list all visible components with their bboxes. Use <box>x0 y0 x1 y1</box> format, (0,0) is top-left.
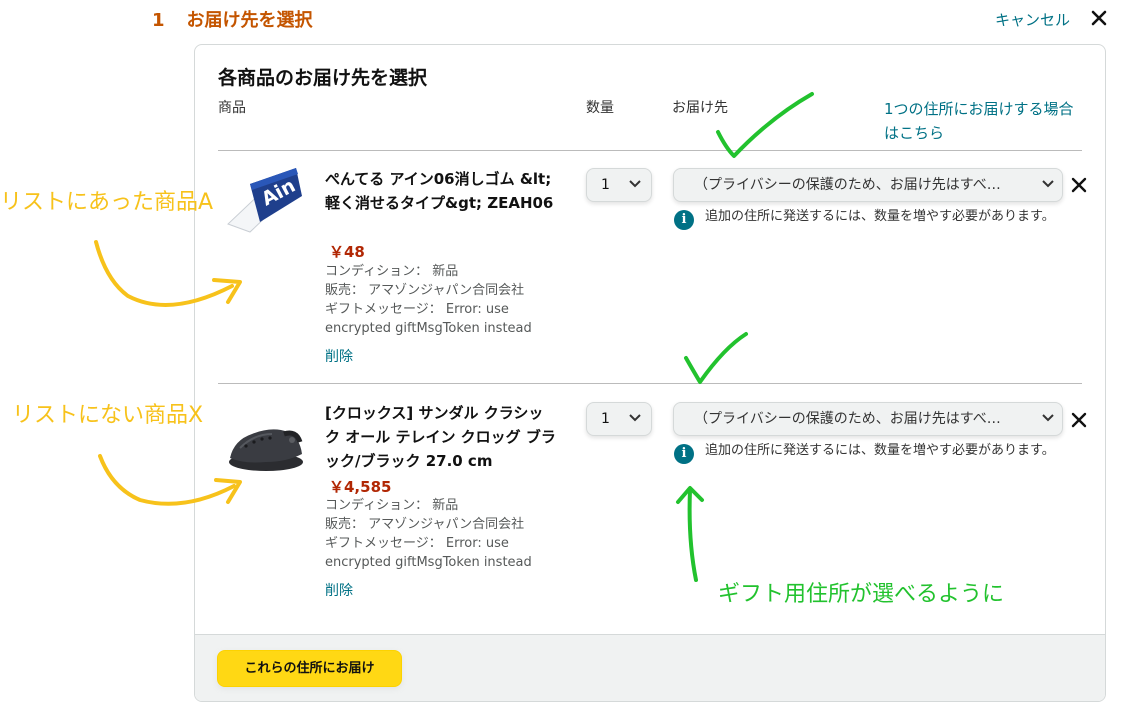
panel-title: 各商品のお届け先を選択 <box>218 67 428 89</box>
gift-message-line1: ギフトメッセージ： Error: use <box>325 302 509 317</box>
column-header-product: 商品 <box>218 100 246 116</box>
product-image-crocs[interactable] <box>226 404 304 496</box>
close-icon[interactable] <box>1089 8 1109 28</box>
product-details: コンディション： 新品 販売： アマゾンジャパン合同会社 ギフトメッセージ： E… <box>325 496 557 572</box>
product-price: ￥48 <box>329 243 365 261</box>
annotation-item-x: リストにない商品X <box>12 403 204 428</box>
info-icon: i <box>674 210 694 230</box>
chevron-down-icon <box>629 414 641 422</box>
step-number: 1 <box>152 10 165 31</box>
address-select[interactable]: （プライバシーの保護のため、お届け先はすべ… <box>673 168 1063 202</box>
quantity-value: 1 <box>601 411 610 427</box>
chevron-down-icon <box>1042 180 1054 188</box>
annotation-item-a: リストにあった商品A <box>0 190 214 215</box>
product-price: ￥4,585 <box>329 478 392 496</box>
address-select-value: （プライバシーの保護のため、お届け先はすべ… <box>694 177 1001 193</box>
annotation-gift-address: ギフト用住所が選べるように <box>718 582 1005 607</box>
remove-row-icon[interactable] <box>1070 176 1088 194</box>
single-address-link[interactable]: 1つの住所にお届けする場合はこちら <box>884 97 1084 145</box>
product-seller: 販売： アマゾンジャパン合同会社 <box>325 517 525 532</box>
product-details: コンディション： 新品 販売： アマゾンジャパン合同会社 ギフトメッセージ： E… <box>325 262 557 338</box>
gift-message-line1: ギフトメッセージ： Error: use <box>325 536 509 551</box>
chevron-down-icon <box>1042 414 1054 422</box>
info-message: 追加の住所に発送するには、数量を増やす必要があります。 <box>705 443 1055 458</box>
column-header-quantity: 数量 <box>586 100 614 116</box>
product-condition: コンディション： 新品 <box>325 264 459 279</box>
delete-link[interactable]: 削除 <box>325 580 353 600</box>
product-condition: コンディション： 新品 <box>325 498 459 513</box>
delete-link[interactable]: 削除 <box>325 346 353 366</box>
info-message: 追加の住所に発送するには、数量を増やす必要があります。 <box>705 209 1055 224</box>
quantity-value: 1 <box>601 177 610 193</box>
remove-row-icon[interactable] <box>1070 411 1088 429</box>
product-image-eraser[interactable]: Ain <box>226 166 304 258</box>
quantity-select[interactable]: 1 <box>586 402 652 436</box>
chevron-down-icon <box>629 180 641 188</box>
product-title[interactable]: [クロックス] サンダル クラシック オール テレイン クロッグ ブラック/ブラ… <box>325 401 557 473</box>
step-title: 1 お届け先を選択 <box>152 6 313 32</box>
quantity-select[interactable]: 1 <box>586 168 652 202</box>
product-seller: 販売： アマゾンジャパン合同会社 <box>325 283 525 298</box>
product-title[interactable]: ぺんてる アイン06消しゴム &lt;軽く消せるタイプ&gt; ZEAH06 <box>325 167 557 215</box>
submit-addresses-button[interactable]: これらの住所にお届け <box>217 650 402 687</box>
cancel-link[interactable]: キャンセル <box>995 9 1070 30</box>
row-divider <box>218 383 1082 384</box>
address-select[interactable]: （プライバシーの保護のため、お届け先はすべ… <box>673 402 1063 436</box>
info-icon: i <box>674 444 694 464</box>
header-divider <box>218 150 1082 151</box>
step-label: お届け先を選択 <box>186 10 313 31</box>
gift-message-line2: encrypted giftMsgToken instead <box>325 321 532 336</box>
gift-message-line2: encrypted giftMsgToken instead <box>325 555 532 570</box>
column-header-destination: お届け先 <box>672 100 728 116</box>
address-select-value: （プライバシーの保護のため、お届け先はすべ… <box>694 411 1001 427</box>
